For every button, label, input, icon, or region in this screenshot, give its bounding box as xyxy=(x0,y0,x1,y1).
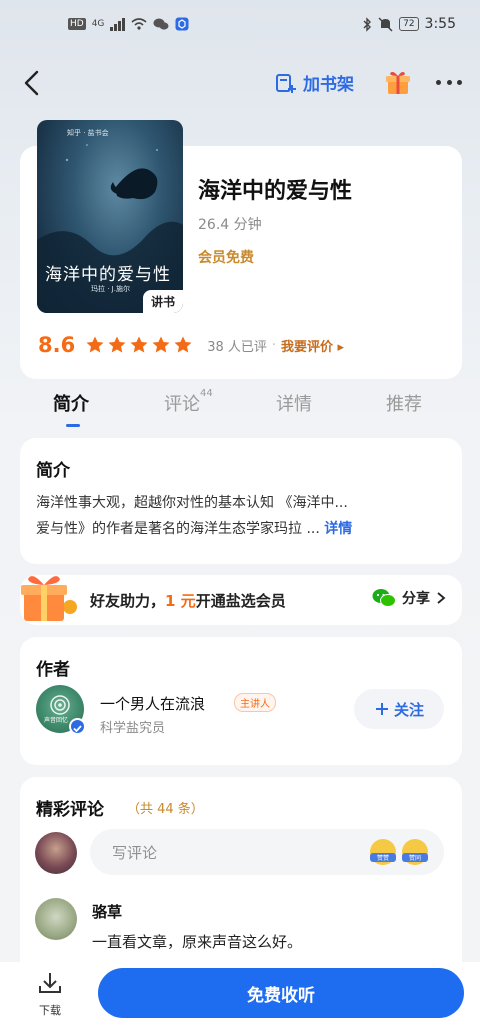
intro-heading: 简介 xyxy=(36,461,70,481)
bookshelf-add-icon xyxy=(276,73,296,93)
cover-author: 玛拉 · J.施尔 xyxy=(91,285,130,293)
gift-box-icon xyxy=(21,576,77,621)
star-icon xyxy=(130,336,148,353)
comments-count: （共 44 条） xyxy=(127,802,204,817)
wifi-icon xyxy=(131,18,147,30)
follow-label: 关注 xyxy=(393,700,424,719)
emoji-like-label: 赞赞 xyxy=(370,853,396,862)
add-shelf-label: 加书架 xyxy=(303,75,354,95)
chevron-left-icon xyxy=(24,70,39,96)
bluetooth-icon xyxy=(363,16,372,32)
wechat-notification-icon xyxy=(153,18,169,30)
emoji-agree-icon[interactable]: 赞同 xyxy=(402,839,428,865)
user-avatar[interactable] xyxy=(35,832,77,874)
battery-indicator: 72 xyxy=(399,17,419,31)
tab-comments[interactable]: 评论44 xyxy=(164,388,213,416)
tab-intro[interactable]: 简介 xyxy=(53,390,89,416)
rating-row: 8.6 38 人已评 · 我要评价 ▸ xyxy=(38,333,344,357)
promo-text: 好友助力，1 元开通盐选会员 xyxy=(90,590,286,611)
add-to-shelf-button[interactable]: 加书架 xyxy=(275,70,354,95)
bottom-action-bar: 下载 免费收听 xyxy=(0,962,480,1025)
follow-button[interactable]: 关注 xyxy=(354,689,444,729)
author-name[interactable]: 一个男人在流浪 xyxy=(100,693,205,714)
book-title: 海洋中的爱与性 xyxy=(198,179,353,204)
intro-more-link[interactable]: 详情 xyxy=(324,521,352,537)
rate-book-link[interactable]: 我要评价 ▸ xyxy=(281,336,344,355)
download-label: 下载 xyxy=(39,1004,61,1017)
star-icon xyxy=(152,336,170,353)
commenter-avatar[interactable] xyxy=(35,898,77,940)
rated-count: 38 人已评 xyxy=(207,339,267,355)
member-free-label: 会员免费 xyxy=(198,250,254,266)
cover-title: 海洋中的爱与性 xyxy=(45,265,171,285)
intro-line-2-row: 爱与性》的作者是著名的海洋生态学家玛拉 ... 详情 xyxy=(36,516,446,542)
clock: 3:55 xyxy=(424,16,456,32)
gift-button[interactable] xyxy=(384,68,412,96)
star-icon xyxy=(174,336,192,353)
chevron-right-icon xyxy=(437,592,446,604)
nav-bar: 加书架 xyxy=(0,60,480,106)
cover-brand: 知乎 · 盐书会 xyxy=(67,129,109,137)
intro-line-1: 海洋性事大观，超越你对性的基本认知 《海洋中... xyxy=(36,495,348,511)
comment-placeholder: 写评论 xyxy=(112,844,158,862)
rating-score: 8.6 xyxy=(38,333,76,357)
share-label: 分享 xyxy=(402,591,430,607)
star-icon xyxy=(86,336,104,353)
verified-badge-icon xyxy=(69,718,86,735)
author-role: 科学盐究员 xyxy=(100,721,166,736)
comments-heading: 精彩评论 xyxy=(36,800,104,820)
mute-icon xyxy=(378,16,393,32)
plus-icon xyxy=(375,703,388,715)
star-icon xyxy=(108,336,126,353)
author-heading: 作者 xyxy=(36,660,70,680)
host-tag: 主讲人 xyxy=(234,693,276,712)
share-button[interactable]: 分享 xyxy=(372,588,446,608)
download-icon xyxy=(39,973,61,993)
status-bar: HD 4G 72 3:55 xyxy=(0,0,480,52)
promo-price: 1 元 xyxy=(165,592,196,610)
rating-separator: · xyxy=(271,337,277,353)
intro-text: 海洋性事大观，超越你对性的基本认知 《海洋中... 爱与性》的作者是著名的海洋生… xyxy=(36,490,446,542)
intro-card: 简介 海洋性事大观，超越你对性的基本认知 《海洋中... 爱与性》的作者是著名的… xyxy=(20,438,462,564)
avatar-caption: 声音回忆 xyxy=(44,717,69,724)
tab-details[interactable]: 详情 xyxy=(276,390,312,416)
book-cover[interactable]: 知乎 · 盐书会 海洋中的爱与性 玛拉 · J.施尔 讲书 xyxy=(37,120,183,313)
app-notification-icon xyxy=(175,17,189,31)
tab-comments-label: 评论 xyxy=(164,394,200,415)
promo-text-suffix: 开通盐选会员 xyxy=(195,592,286,610)
promo-banner[interactable]: 好友助力，1 元开通盐选会员 分享 xyxy=(20,575,462,625)
tab-bar: 简介 评论44 详情 推荐 xyxy=(0,388,480,430)
author-card: 作者 声音回忆 一个男人在流浪 主讲人 科学盐究员 关注 xyxy=(20,637,462,765)
comment-text: 一直看文章，原来声音这么好。 xyxy=(92,933,303,951)
wechat-icon xyxy=(372,589,396,607)
more-options-button[interactable] xyxy=(432,68,466,96)
signal-icon xyxy=(110,17,126,31)
rating-stars xyxy=(85,335,193,355)
commenter-name[interactable]: 骆草 xyxy=(92,901,122,922)
download-button[interactable]: 下载 xyxy=(34,970,66,1018)
gift-icon xyxy=(386,71,410,94)
back-button[interactable] xyxy=(18,68,48,98)
intro-line-2: 爱与性》的作者是著名的海洋生态学家玛拉 ... xyxy=(36,521,320,537)
tab-recommend[interactable]: 推荐 xyxy=(386,390,422,416)
cover-type-tag: 讲书 xyxy=(142,290,183,313)
emoji-like-icon[interactable]: 赞赞 xyxy=(370,839,396,865)
network-type: 4G xyxy=(91,19,105,29)
book-duration: 26.4 分钟 xyxy=(198,217,262,233)
hd-indicator: HD xyxy=(68,18,86,30)
free-listen-button[interactable]: 免费收听 xyxy=(98,968,464,1018)
promo-text-prefix: 好友助力， xyxy=(90,592,166,610)
comment-count-badge: 44 xyxy=(200,388,213,399)
author-avatar[interactable]: 声音回忆 xyxy=(36,685,86,735)
comment-input[interactable]: 写评论 赞赞 赞同 xyxy=(90,829,444,875)
emoji-agree-label: 赞同 xyxy=(402,853,428,862)
active-tab-indicator xyxy=(66,424,80,427)
